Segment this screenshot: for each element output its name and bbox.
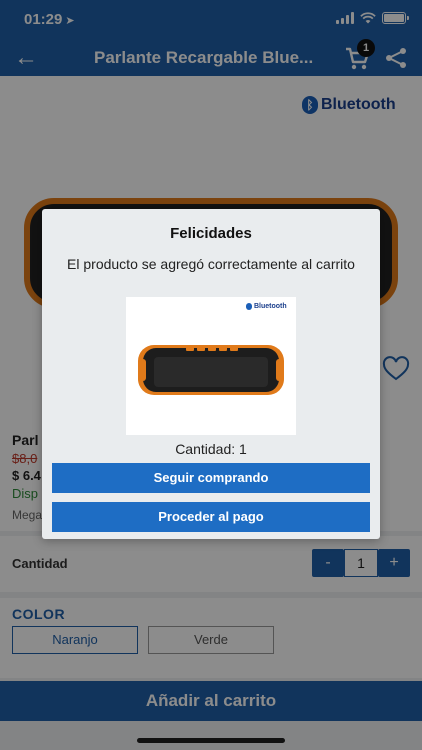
continue-shopping-button[interactable]: Seguir comprando: [52, 463, 370, 493]
dialog-product-image: Bluetooth: [126, 297, 296, 435]
added-to-cart-dialog: Felicidades El producto se agregó correc…: [42, 209, 380, 539]
dialog-quantity: Cantidad: 1: [175, 441, 247, 457]
speaker-icon: [138, 345, 284, 395]
home-indicator[interactable]: [137, 738, 285, 743]
proceed-to-checkout-button[interactable]: Proceder al pago: [52, 502, 370, 532]
dialog-message: El producto se agregó correctamente al c…: [67, 256, 355, 272]
dialog-title: Felicidades: [170, 225, 252, 242]
